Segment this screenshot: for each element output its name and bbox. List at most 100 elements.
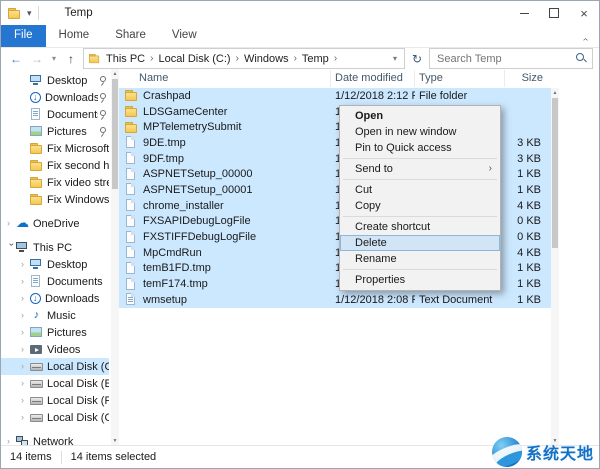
file-row-crashpad[interactable]: Crashpad1/12/2018 2:12 PMFile folder [119, 88, 551, 104]
search-box[interactable] [429, 48, 593, 69]
caption-buttons: × [509, 1, 599, 25]
sidebar-item-label: Pictures [47, 327, 109, 339]
menu-item-create-shortcut[interactable]: Create shortcut [340, 219, 500, 235]
column-header-size[interactable]: Size [505, 70, 551, 87]
sidebar-item-local-disk-e[interactable]: ›Local Disk (E:) [1, 375, 109, 392]
sidebar-item-label: Local Disk (C:) [47, 361, 109, 373]
chevron-collapsed-icon[interactable]: › [21, 328, 30, 337]
file-list-scrollbar-thumb[interactable] [552, 98, 558, 248]
sidebar-scrollbar[interactable]: ▲ ▼ [111, 69, 119, 446]
videos-icon [30, 343, 43, 356]
chevron-collapsed-icon[interactable]: › [21, 277, 30, 286]
chevron-collapsed-icon[interactable]: › [21, 345, 30, 354]
close-button[interactable]: × [569, 1, 599, 25]
maximize-button[interactable] [539, 1, 569, 25]
breadcrumb-box[interactable]: This PC›Local Disk (C:)›Windows›Temp› ▾ [83, 48, 405, 69]
menu-item-copy[interactable]: Copy [340, 198, 500, 214]
menu-item-label: Rename [355, 251, 397, 267]
column-header-name[interactable]: Name [119, 70, 331, 87]
music-icon [30, 309, 43, 322]
file-name-cell: Crashpad [119, 89, 331, 102]
ribbon-expand-chevron-icon[interactable]: › [580, 38, 595, 41]
sidebar-item-local-disk-g[interactable]: ›Local Disk (G:) [1, 409, 109, 426]
forward-button[interactable]: → [28, 52, 46, 66]
menu-item-label: Send to [355, 161, 393, 177]
cloud-icon [16, 217, 29, 230]
menu-item-open-in-new-window[interactable]: Open in new window [340, 124, 500, 140]
sidebar-item-fix-video-stream[interactable]: Fix video stream [1, 174, 109, 191]
ribbon-tabs: FileHomeShareView [1, 25, 210, 47]
chevron-collapsed-icon[interactable]: › [21, 379, 30, 388]
menu-item-delete[interactable]: Delete [340, 235, 500, 251]
sidebar-item-this-pc[interactable]: ›This PC [1, 239, 109, 256]
breadcrumb-segment-this-pc[interactable]: This PC [102, 53, 149, 65]
chevron-collapsed-icon[interactable]: › [21, 260, 30, 269]
sidebar-item-fix-second-hard[interactable]: Fix second hard [1, 157, 109, 174]
sidebar-item-fix-microsoft-ho[interactable]: Fix Microsoft Ho [1, 140, 109, 157]
sidebar-item-onedrive[interactable]: ›OneDrive [1, 215, 109, 232]
file-row-wmsetup[interactable]: wmsetup1/12/2018 2:08 PMText Document1 K… [119, 292, 551, 308]
chevron-collapsed-icon[interactable]: › [21, 362, 30, 371]
history-dropdown-icon[interactable]: ▾ [49, 54, 59, 63]
sidebar-item-documents[interactable]: Documents [1, 106, 109, 123]
sidebar-item-downloads[interactable]: Downloads [1, 89, 109, 106]
sidebar-item-documents[interactable]: ›Documents [1, 273, 109, 290]
file-list-scrollbar[interactable]: ▲ ▼ [551, 88, 559, 446]
sidebar-item-desktop[interactable]: ›Desktop [1, 256, 109, 273]
address-dropdown-chevron-icon[interactable]: ▾ [390, 54, 400, 63]
breadcrumb-segment-temp[interactable]: Temp [298, 53, 333, 65]
sidebar-item-local-disk-c[interactable]: › Local Disk (C:) [1, 358, 109, 375]
chevron-collapsed-icon[interactable]: › [21, 294, 30, 303]
menu-item-rename[interactable]: Rename [340, 251, 500, 267]
sidebar-item-downloads[interactable]: ›Downloads [1, 290, 109, 307]
scroll-down-icon[interactable]: ▼ [111, 438, 119, 444]
tab-view[interactable]: View [159, 25, 210, 47]
sidebar-scrollbar-thumb[interactable] [112, 79, 118, 189]
watermark-logo-icon [492, 437, 522, 467]
file-size: 3 KB [505, 153, 551, 165]
menu-item-cut[interactable]: Cut [340, 182, 500, 198]
minimize-button[interactable] [509, 1, 539, 25]
sidebar-item-local-disk-f[interactable]: ›Local Disk (F:) [1, 392, 109, 409]
breadcrumb-segment-windows[interactable]: Windows [240, 53, 293, 65]
qat-customize-chevron-icon[interactable]: ▾ [27, 8, 32, 19]
tab-share[interactable]: Share [102, 25, 159, 47]
chevron-collapsed-icon[interactable]: › [21, 396, 30, 405]
scroll-up-icon[interactable]: ▲ [551, 90, 559, 96]
sidebar-item-pictures[interactable]: › Pictures [1, 324, 109, 341]
watermark: 系统天地 [492, 437, 594, 467]
chevron-expanded-icon[interactable]: › [7, 243, 16, 252]
sidebar-item-pictures[interactable]: Pictures [1, 123, 109, 140]
refresh-icon[interactable]: ↻ [408, 52, 426, 66]
sidebar-item-label: Fix Windows 10 f [47, 194, 109, 206]
menu-item-properties[interactable]: Properties [340, 272, 500, 288]
search-icon[interactable] [576, 53, 587, 64]
search-input[interactable] [435, 52, 576, 66]
up-button[interactable]: ↑ [62, 52, 80, 66]
document-icon [30, 108, 43, 121]
menu-item-open[interactable]: Open [340, 108, 500, 124]
menu-item-send-to[interactable]: Send to› [340, 161, 500, 177]
column-header-type[interactable]: Type [415, 70, 505, 87]
sidebar-item-videos[interactable]: ›Videos [1, 341, 109, 358]
back-button[interactable]: ← [7, 52, 25, 66]
sidebar-item-desktop[interactable]: Desktop [1, 72, 109, 89]
chevron-collapsed-icon[interactable]: › [21, 413, 30, 422]
chevron-collapsed-icon[interactable]: › [7, 219, 16, 228]
breadcrumb-folder-icon [89, 53, 100, 64]
file-icon [125, 183, 138, 196]
sidebar-item-music[interactable]: ›Music [1, 307, 109, 324]
column-header-date-modified[interactable]: Date modified [331, 70, 415, 87]
breadcrumb-segment-local-disk-c[interactable]: Local Disk (C:) [154, 53, 234, 65]
scroll-up-icon[interactable]: ▲ [111, 71, 119, 77]
file-type: File folder [415, 90, 505, 102]
folder-icon [125, 121, 138, 134]
menu-item-pin-to-quick-access[interactable]: Pin to Quick access [340, 140, 500, 156]
file-size: 0 KB [505, 231, 551, 243]
sidebar-item-label: Documents [47, 109, 98, 121]
chevron-collapsed-icon[interactable]: › [21, 311, 30, 320]
tab-home[interactable]: Home [46, 25, 103, 47]
file-name: temF174.tmp [143, 278, 208, 290]
sidebar-item-fix-windows-10-f[interactable]: Fix Windows 10 f [1, 191, 109, 208]
tab-file[interactable]: File [1, 25, 46, 47]
